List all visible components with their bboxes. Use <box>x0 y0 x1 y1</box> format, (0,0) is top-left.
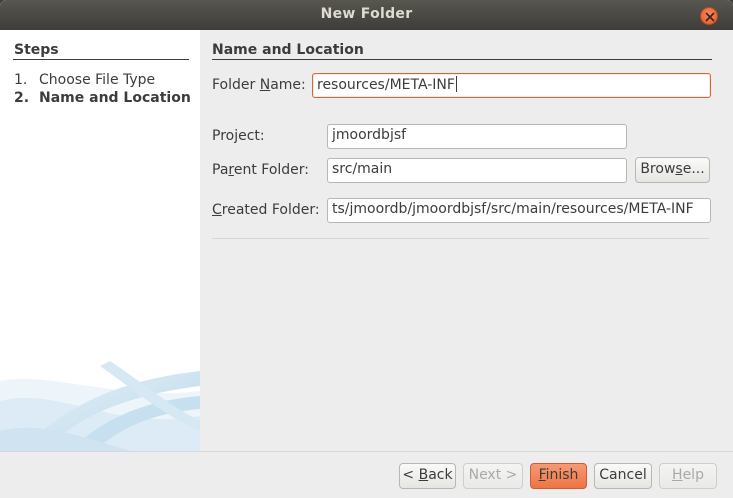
steps-divider <box>13 59 189 60</box>
mnemonic: H <box>672 467 683 483</box>
button-label: ack <box>428 467 453 483</box>
close-button[interactable] <box>700 7 718 25</box>
project-label: Project: <box>212 128 265 144</box>
folder-name-label: Folder Name: <box>212 77 306 93</box>
wizard-decoration-graphic <box>0 361 200 451</box>
parent-folder-label: Parent Folder: <box>212 162 309 178</box>
button-label: < <box>402 467 419 483</box>
step-label: Choose File Type <box>39 72 156 88</box>
parent-folder-field[interactable]: src/main <box>327 158 627 183</box>
step-choose-file-type: 1. Choose File Type <box>14 72 155 88</box>
text-caret <box>455 76 457 92</box>
input-value: resources/META-INF <box>317 77 455 93</box>
folder-name-input[interactable]: resources/META-INF <box>312 73 711 98</box>
steps-panel: Steps 1. Choose File Type 2. Name and Loca… <box>0 30 200 451</box>
label-text: ame: <box>270 77 306 93</box>
title-bar[interactable]: New Folder <box>0 0 733 30</box>
label-text: reated Folder: <box>221 202 320 218</box>
mnemonic: F <box>538 467 546 483</box>
new-folder-dialog: New Folder Steps 1. Choose File Type 2. Na… <box>0 0 733 498</box>
steps-heading: Steps <box>14 42 59 58</box>
button-label: inish <box>545 467 579 483</box>
mnemonic: s <box>675 161 683 177</box>
created-folder-field[interactable]: ts/jmoordb/jmoordbjsf/src/main/resources… <box>327 198 711 223</box>
label-text: Folder <box>212 77 260 93</box>
project-field[interactable]: jmoordbjsf <box>327 124 627 149</box>
next-button[interactable]: Next > <box>463 463 523 489</box>
section-heading: Name and Location <box>212 42 364 58</box>
created-folder-label: Created Folder: <box>212 202 320 218</box>
window-title: New Folder <box>320 6 413 22</box>
form-divider <box>212 238 709 239</box>
cancel-button[interactable]: Cancel <box>594 463 652 489</box>
step-label: Name and Location <box>39 90 191 106</box>
mnemonic: C <box>212 202 222 218</box>
input-value: src/main <box>332 161 393 177</box>
button-label: elp <box>682 467 704 483</box>
back-button[interactable]: < Back <box>399 463 456 489</box>
finish-button[interactable]: Finish <box>530 463 587 489</box>
button-label: Brow <box>640 161 676 177</box>
section-divider <box>212 59 712 60</box>
browse-button[interactable]: Browse... <box>635 157 710 183</box>
input-value: ts/jmoordb/jmoordbjsf/src/main/resources… <box>332 201 694 217</box>
close-icon <box>705 12 715 22</box>
help-button[interactable]: Help <box>659 463 717 489</box>
step-number: 2. <box>14 90 30 106</box>
button-label: e... <box>682 161 705 177</box>
label-text: ent Folder: <box>233 162 310 178</box>
mnemonic: N <box>259 77 271 93</box>
step-name-and-location: 2. Name and Location <box>14 90 191 106</box>
label-text: Pa <box>212 162 229 178</box>
step-number: 1. <box>14 72 28 88</box>
mnemonic: B <box>418 467 429 483</box>
input-value: jmoordbjsf <box>332 127 407 143</box>
